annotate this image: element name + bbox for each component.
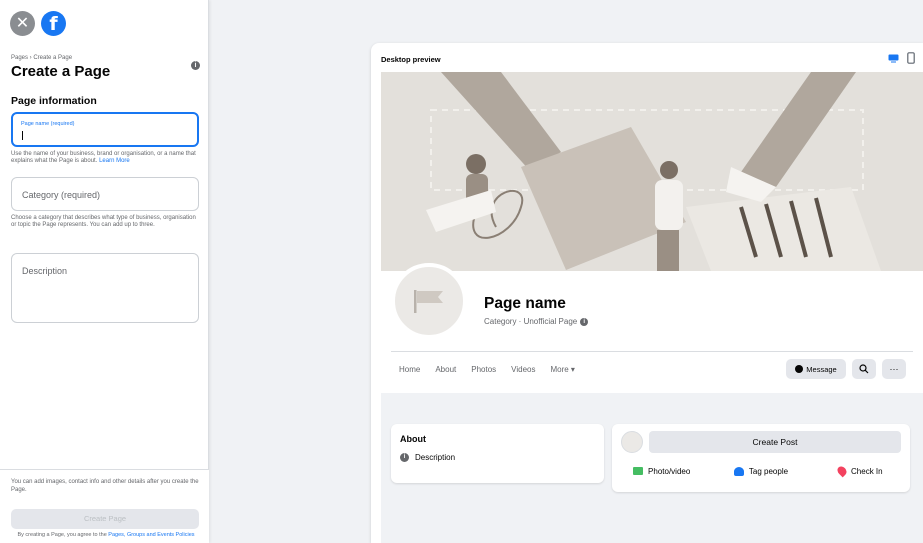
- tab-about[interactable]: About: [435, 365, 456, 374]
- search-icon[interactable]: [852, 359, 876, 379]
- section-heading: Page information: [11, 95, 97, 107]
- about-description-text: Description: [415, 453, 456, 462]
- message-button[interactable]: Message: [786, 359, 846, 379]
- page-title: Create a Page: [11, 63, 111, 80]
- tag-people-label: Tag people: [748, 466, 789, 476]
- learn-more-link[interactable]: Learn More: [99, 158, 130, 164]
- cover-illustration: [381, 72, 923, 271]
- check-in-label: Check In: [851, 466, 883, 476]
- facebook-logo-icon[interactable]: f: [41, 11, 66, 36]
- about-title: About: [400, 434, 426, 444]
- divider: [391, 351, 913, 352]
- terms-text: By creating a Page, you agree to the Pag…: [6, 532, 206, 539]
- page-preview: Page name Category · Unofficial Page i H…: [381, 72, 923, 543]
- tag-people-button[interactable]: Tag people: [711, 466, 810, 476]
- page-name-label: Page name (required): [21, 121, 75, 127]
- footnote: You can add images, contact info and oth…: [11, 479, 199, 493]
- top-icons: ✕ f: [10, 11, 66, 36]
- post-actions: Photo/video Tag people Check In: [612, 464, 910, 478]
- page-avatar[interactable]: [391, 263, 467, 339]
- sidebar-footer: You can add images, contact info and oth…: [0, 469, 209, 543]
- create-post-button[interactable]: Create Post: [649, 431, 901, 453]
- tab-photos[interactable]: Photos: [471, 365, 496, 374]
- photo-icon: [633, 467, 644, 475]
- mobile-icon[interactable]: [907, 52, 915, 64]
- tab-videos[interactable]: Videos: [511, 365, 535, 374]
- category-placeholder: Category (required): [22, 190, 101, 200]
- check-in-button[interactable]: Check In: [811, 464, 910, 478]
- about-description: i Description: [400, 453, 455, 462]
- info-icon[interactable]: i: [191, 61, 200, 70]
- message-label: Message: [806, 364, 837, 374]
- close-icon[interactable]: ✕: [10, 11, 35, 36]
- category-text: Category · Unofficial Page: [484, 317, 578, 326]
- more-icon[interactable]: ···: [882, 359, 906, 379]
- category-help: Choose a category that describes what ty…: [11, 215, 196, 229]
- create-post-card: Create Post Photo/video Tag people Check…: [612, 424, 910, 492]
- page-name-input[interactable]: Page name (required): [11, 112, 199, 147]
- page-tabs: Home About Photos Videos More ▾: [399, 365, 590, 374]
- description-placeholder: Description: [22, 266, 68, 276]
- info-icon[interactable]: i: [580, 317, 589, 326]
- info-icon: i: [400, 453, 409, 462]
- cover-art: [381, 72, 923, 271]
- terms-prefix: By creating a Page, you agree to the: [17, 532, 107, 538]
- tab-more[interactable]: More ▾: [550, 365, 574, 374]
- check-in-icon: [835, 464, 849, 478]
- create-page-sidebar: ✕ f Pages › Create a Page Create a Page …: [0, 0, 209, 543]
- page-category-preview: Category · Unofficial Page i: [484, 317, 589, 326]
- category-input[interactable]: Category (required): [11, 177, 199, 211]
- about-card: About i Description: [391, 424, 604, 483]
- page-name-preview: Page name: [484, 295, 566, 312]
- text-caret: [22, 131, 23, 140]
- photo-video-button[interactable]: Photo/video: [612, 466, 711, 476]
- photo-video-label: Photo/video: [648, 466, 691, 476]
- tag-people-icon: [733, 466, 744, 476]
- messenger-icon: [795, 365, 804, 373]
- flag-icon: [414, 290, 443, 313]
- mini-avatar: [621, 431, 643, 453]
- profile-header: Page name Category · Unofficial Page i H…: [381, 263, 923, 393]
- policies-link[interactable]: Pages, Groups and Events Policies: [108, 532, 194, 538]
- preview-title: Desktop preview: [381, 55, 441, 64]
- page-name-help: Use the name of your business, brand or …: [11, 151, 201, 166]
- tab-home[interactable]: Home: [399, 365, 420, 374]
- desktop-icon[interactable]: [888, 54, 899, 63]
- create-page-button[interactable]: Create Page: [11, 509, 199, 529]
- desktop-preview-card: Desktop preview Page name Category · Uno…: [371, 43, 923, 543]
- breadcrumb[interactable]: Pages › Create a Page: [11, 55, 72, 61]
- description-textarea[interactable]: Description: [11, 253, 199, 323]
